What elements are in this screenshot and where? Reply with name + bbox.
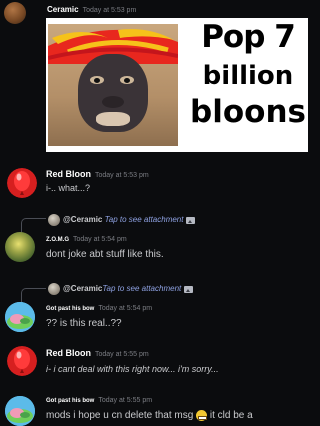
meme-text-line3: bloons (190, 94, 306, 130)
meme-text-line1: Pop 7 (201, 19, 296, 55)
reply-preview[interactable]: @CeramicTap to see attachment (48, 283, 194, 295)
timestamp: Today at 5:54 pm (73, 236, 127, 243)
avatar-got-past-his-bow[interactable] (5, 396, 35, 426)
reply-preview[interactable]: @Ceramic Tap to see attachment (48, 214, 196, 226)
image-icon (184, 285, 194, 293)
author-name[interactable]: Got past his bow (46, 306, 94, 312)
gibbon-photo (48, 24, 178, 146)
message-text: i-.. what...? (46, 183, 91, 193)
timestamp: Today at 5:53 pm (95, 172, 149, 179)
message-got-past-his-bow-1: @CeramicTap to see attachment Got past h… (0, 278, 320, 340)
message-text-part2: it cld be a (209, 410, 253, 422)
timestamp: Today at 5:54 pm (98, 305, 153, 312)
red-bloon-icon (7, 168, 37, 198)
avatar-zomg[interactable] (5, 232, 35, 262)
avatar-ceramic[interactable] (4, 2, 26, 24)
message-text: dont joke abt stuff like this. (46, 249, 164, 260)
author-name[interactable]: Red Bloon (46, 348, 91, 358)
bloon-character-icon (5, 396, 35, 426)
avatar-red-bloon[interactable] (7, 346, 37, 376)
image-icon (186, 216, 196, 224)
timestamp: Today at 5:55 pm (98, 397, 153, 404)
meme-image[interactable]: Pop 7 billion bloons (46, 18, 308, 152)
grimace-emoji-icon (196, 410, 208, 421)
meme-text-line2: billion (202, 61, 294, 91)
message-red-bloon-2: Red Bloon Today at 5:55 pm i- i cant deal… (0, 342, 320, 388)
avatar-got-past-his-bow[interactable] (5, 302, 35, 332)
message-got-past-his-bow-2: Got past his bow Today at 5:55 pm mods i … (0, 390, 320, 426)
attachment-link[interactable]: Tap to see attachment (105, 215, 184, 224)
attachment-link[interactable]: Tap to see attachment (102, 284, 181, 293)
avatar-red-bloon[interactable] (7, 168, 37, 198)
reply-avatar (48, 214, 60, 226)
bloon-character-icon (5, 302, 35, 332)
message-red-bloon-1: Red Bloon Today at 5:53 pm i-.. what...? (0, 162, 320, 206)
timestamp: Today at 5:53 pm (82, 7, 137, 14)
reply-avatar (48, 283, 60, 295)
message-ceramic: Ceramic Today at 5:53 pm Pop 7 billion b… (0, 0, 320, 160)
message-text: ?? is this real..?? (46, 318, 122, 329)
reply-mention: @Ceramic (63, 284, 103, 294)
author-name[interactable]: Ceramic (47, 5, 79, 14)
timestamp: Today at 5:55 pm (95, 351, 149, 358)
message-text-part1: mods i hope u cn delete that msg (46, 410, 194, 422)
message-zomg: @Ceramic Tap to see attachment Z.O.M.G To… (0, 208, 320, 274)
message-text: i- i cant deal with this right now... i'… (46, 364, 219, 374)
author-name[interactable]: Red Bloon (46, 169, 91, 179)
author-name[interactable]: Z.O.M.G (46, 237, 69, 243)
reply-connector (21, 288, 46, 303)
red-bloon-icon (7, 346, 37, 376)
author-name[interactable]: Got past his bow (46, 398, 94, 404)
reply-mention: @Ceramic (63, 215, 103, 225)
reply-connector (21, 218, 46, 233)
message-text: mods i hope u cn delete that msg it cld … (46, 410, 253, 421)
